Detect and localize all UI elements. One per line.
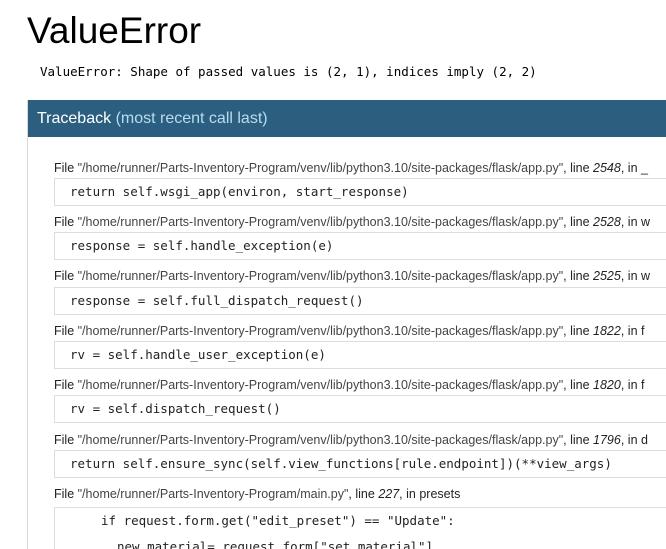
error-title: ValueError bbox=[27, 10, 202, 51]
frame-code: rv = self.handle_user_exception(e) bbox=[70, 347, 326, 362]
frame-line-label: , line bbox=[563, 215, 594, 229]
frame-in-label: , in bbox=[399, 487, 420, 501]
frame-path: "/home/runner/Parts-Inventory-Program/ve… bbox=[77, 215, 564, 229]
frame-code-box[interactable]: return self.ensure_sync(self.view_functi… bbox=[54, 450, 666, 478]
frame-line-number: 227 bbox=[378, 487, 400, 501]
frame-function: f bbox=[641, 324, 645, 338]
debugger-page: ValueError ValueError: Shape of passed v… bbox=[0, 0, 666, 549]
frame-line-label: , line bbox=[563, 324, 594, 338]
frame-in-label: , in bbox=[620, 161, 641, 175]
frame-file-label: File bbox=[54, 433, 78, 447]
frame-location: File "/home/runner/Parts-Inventory-Progr… bbox=[54, 486, 460, 502]
frame-file-label: File bbox=[54, 378, 78, 392]
frame-in-label: , in bbox=[620, 378, 641, 392]
frame-code-line: if request.form.get("edit_preset") == "U… bbox=[101, 513, 455, 528]
error-message: ValueError: Shape of passed values is (2… bbox=[40, 64, 537, 79]
frame-location: File "/home/runner/Parts-Inventory-Progr… bbox=[54, 432, 648, 448]
frame-function: w bbox=[641, 215, 651, 229]
frame-line-label: , line bbox=[563, 378, 594, 392]
frame-function: d bbox=[641, 433, 648, 447]
frame-line-label: , line bbox=[563, 161, 594, 175]
frame-path: "/home/runner/Parts-Inventory-Program/ve… bbox=[77, 378, 564, 392]
frame-code: rv = self.dispatch_request() bbox=[70, 401, 281, 416]
frame-code-box[interactable]: return self.wsgi_app(environ, start_resp… bbox=[54, 178, 666, 206]
frame-location: File "/home/runner/Parts-Inventory-Progr… bbox=[54, 377, 644, 393]
frame-line-number: 2525 bbox=[593, 269, 621, 283]
traceback-header: Traceback (most recent call last) bbox=[28, 100, 666, 137]
frame-file-label: File bbox=[54, 324, 78, 338]
frame-code-box[interactable]: rv = self.handle_user_exception(e) bbox=[54, 341, 666, 369]
frame-file-label: File bbox=[54, 269, 78, 283]
frame-path: "/home/runner/Parts-Inventory-Program/ma… bbox=[77, 487, 349, 501]
frame-file-label: File bbox=[54, 487, 78, 501]
frame-line-number: 1820 bbox=[593, 378, 621, 392]
frame-function: _ bbox=[641, 161, 648, 175]
frame-path: "/home/runner/Parts-Inventory-Program/ve… bbox=[77, 269, 564, 283]
frame-in-label: , in bbox=[620, 269, 641, 283]
frame-code: return self.ensure_sync(self.view_functi… bbox=[70, 456, 612, 471]
frame-location: File "/home/runner/Parts-Inventory-Progr… bbox=[54, 160, 648, 176]
frame-path: "/home/runner/Parts-Inventory-Program/ve… bbox=[77, 433, 564, 447]
frame-code-box[interactable]: response = self.full_dispatch_request() bbox=[54, 287, 666, 315]
frame-in-label: , in bbox=[620, 433, 641, 447]
frame-line-label: , line bbox=[563, 433, 594, 447]
frame-line-label: , line bbox=[348, 487, 379, 501]
frame-function: w bbox=[641, 269, 651, 283]
frame-code-box[interactable]: if request.form.get("edit_preset") == "U… bbox=[54, 507, 666, 549]
frame-line-number: 1796 bbox=[593, 433, 621, 447]
frame-path: "/home/runner/Parts-Inventory-Program/ve… bbox=[77, 161, 564, 175]
frame-line-number: 1822 bbox=[593, 324, 621, 338]
frame-line-number: 2548 bbox=[593, 161, 621, 175]
traceback-header-subtitle: (most recent call last) bbox=[115, 110, 268, 127]
frame-file-label: File bbox=[54, 161, 78, 175]
frame-code-box[interactable]: response = self.handle_exception(e) bbox=[54, 232, 666, 260]
frame-code: return self.wsgi_app(environ, start_resp… bbox=[70, 184, 409, 199]
traceback-panel: Traceback (most recent call last) File "… bbox=[27, 100, 666, 549]
frame-line-number: 2528 bbox=[593, 215, 621, 229]
frame-location: File "/home/runner/Parts-Inventory-Progr… bbox=[54, 323, 644, 339]
frame-function: f bbox=[641, 378, 645, 392]
frame-path: "/home/runner/Parts-Inventory-Program/ve… bbox=[77, 324, 564, 338]
frame-code-box[interactable]: rv = self.dispatch_request() bbox=[54, 395, 666, 423]
frame-code-line: new_material= request.form["set_material… bbox=[117, 539, 434, 549]
frame-code: response = self.full_dispatch_request() bbox=[70, 293, 364, 308]
frame-location: File "/home/runner/Parts-Inventory-Progr… bbox=[54, 268, 650, 284]
frame-location: File "/home/runner/Parts-Inventory-Progr… bbox=[54, 214, 650, 230]
traceback-header-title: Traceback bbox=[37, 110, 112, 127]
frame-line-label: , line bbox=[563, 269, 594, 283]
frame-file-label: File bbox=[54, 215, 78, 229]
frame-in-label: , in bbox=[620, 215, 641, 229]
frame-in-label: , in bbox=[620, 324, 641, 338]
frame-function: presets bbox=[419, 487, 461, 501]
frame-code: response = self.handle_exception(e) bbox=[70, 238, 334, 253]
